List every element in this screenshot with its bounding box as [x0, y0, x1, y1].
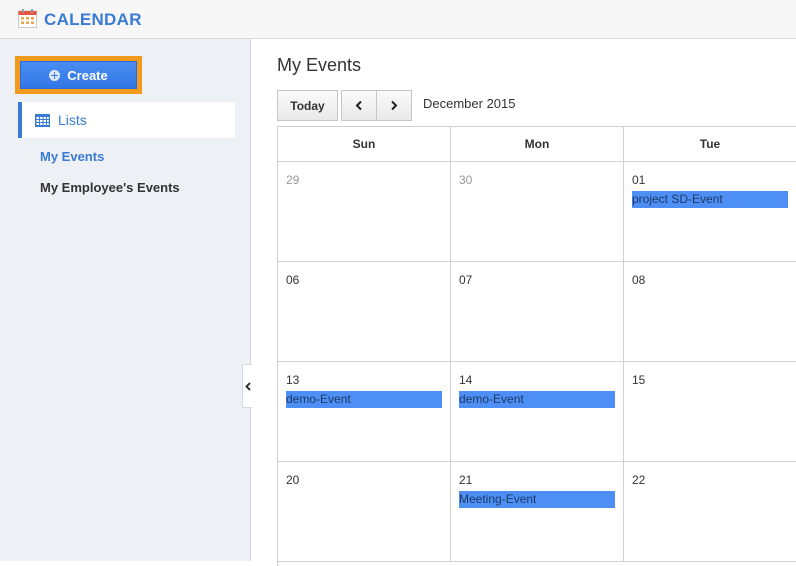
day-number: 06 — [286, 273, 300, 287]
create-button[interactable]: Create — [20, 61, 137, 89]
next-month-button[interactable] — [376, 90, 412, 121]
lists-header[interactable]: Lists — [18, 102, 235, 138]
create-button-highlight: Create — [15, 56, 142, 94]
calendar-day-cell[interactable]: 08 — [624, 262, 796, 362]
chevron-left-icon — [244, 381, 251, 391]
day-number: 15 — [632, 373, 646, 387]
day-number: 29 — [286, 173, 300, 187]
day-number: 20 — [286, 473, 300, 487]
day-number: 13 — [286, 373, 300, 387]
calendar-day-cell[interactable]: 30 — [451, 162, 624, 262]
calendar-event[interactable]: project SD-Event — [632, 191, 788, 208]
calendar-icon — [18, 9, 37, 28]
chevron-right-icon — [391, 100, 398, 111]
weekday-header: Mon — [451, 127, 624, 162]
calendar-day-cell[interactable]: 20 — [278, 462, 451, 562]
sidebar-item-my-employees-events[interactable]: My Employee's Events — [40, 180, 180, 195]
sidebar: Create Lists My Events My Employee's Eve… — [0, 39, 251, 561]
calendar-month-grid: Sun Mon Tue 29 30 01 project SD-Event 06 07 08 13 d… — [277, 126, 796, 566]
create-button-label: Create — [67, 67, 108, 83]
plus-circle-icon — [49, 69, 61, 81]
app-header: CALENDAR — [0, 0, 796, 39]
weekday-header: Tue — [624, 127, 796, 162]
calendar-day-cell[interactable]: 07 — [451, 262, 624, 362]
calendar-day-cell[interactable]: 13 demo-Event — [278, 362, 451, 462]
day-number: 21 — [459, 473, 473, 487]
page-title: My Events — [277, 55, 362, 75]
app-title: CALENDAR — [44, 10, 142, 29]
day-number: 08 — [632, 273, 646, 287]
grid-icon — [35, 113, 50, 127]
day-number: 07 — [459, 273, 473, 287]
calendar-day-cell[interactable]: 14 demo-Event — [451, 362, 624, 462]
current-month-label: December 2015 — [423, 96, 516, 111]
calendar-day-cell[interactable]: 29 — [278, 162, 451, 262]
lists-label: Lists — [58, 112, 87, 128]
today-button[interactable]: Today — [277, 90, 338, 121]
weekday-header: Sun — [278, 127, 451, 162]
day-number: 30 — [459, 173, 473, 187]
calendar-event[interactable]: Meeting-Event — [459, 491, 615, 508]
day-number: 01 — [632, 173, 646, 187]
calendar-day-cell[interactable]: 21 Meeting-Event — [451, 462, 624, 562]
calendar-day-cell[interactable]: 01 project SD-Event — [624, 162, 796, 262]
calendar-day-cell[interactable]: 15 — [624, 362, 796, 462]
sidebar-item-my-events[interactable]: My Events — [40, 149, 104, 164]
sidebar-collapse-toggle[interactable] — [242, 364, 252, 408]
day-number: 14 — [459, 373, 473, 387]
previous-month-button[interactable] — [341, 90, 377, 121]
calendar-day-cell[interactable]: 22 — [624, 462, 796, 562]
day-number: 22 — [632, 473, 646, 487]
calendar-event[interactable]: demo-Event — [286, 391, 442, 408]
chevron-left-icon — [355, 100, 362, 111]
calendar-event[interactable]: demo-Event — [459, 391, 615, 408]
calendar-day-cell[interactable]: 06 — [278, 262, 451, 362]
